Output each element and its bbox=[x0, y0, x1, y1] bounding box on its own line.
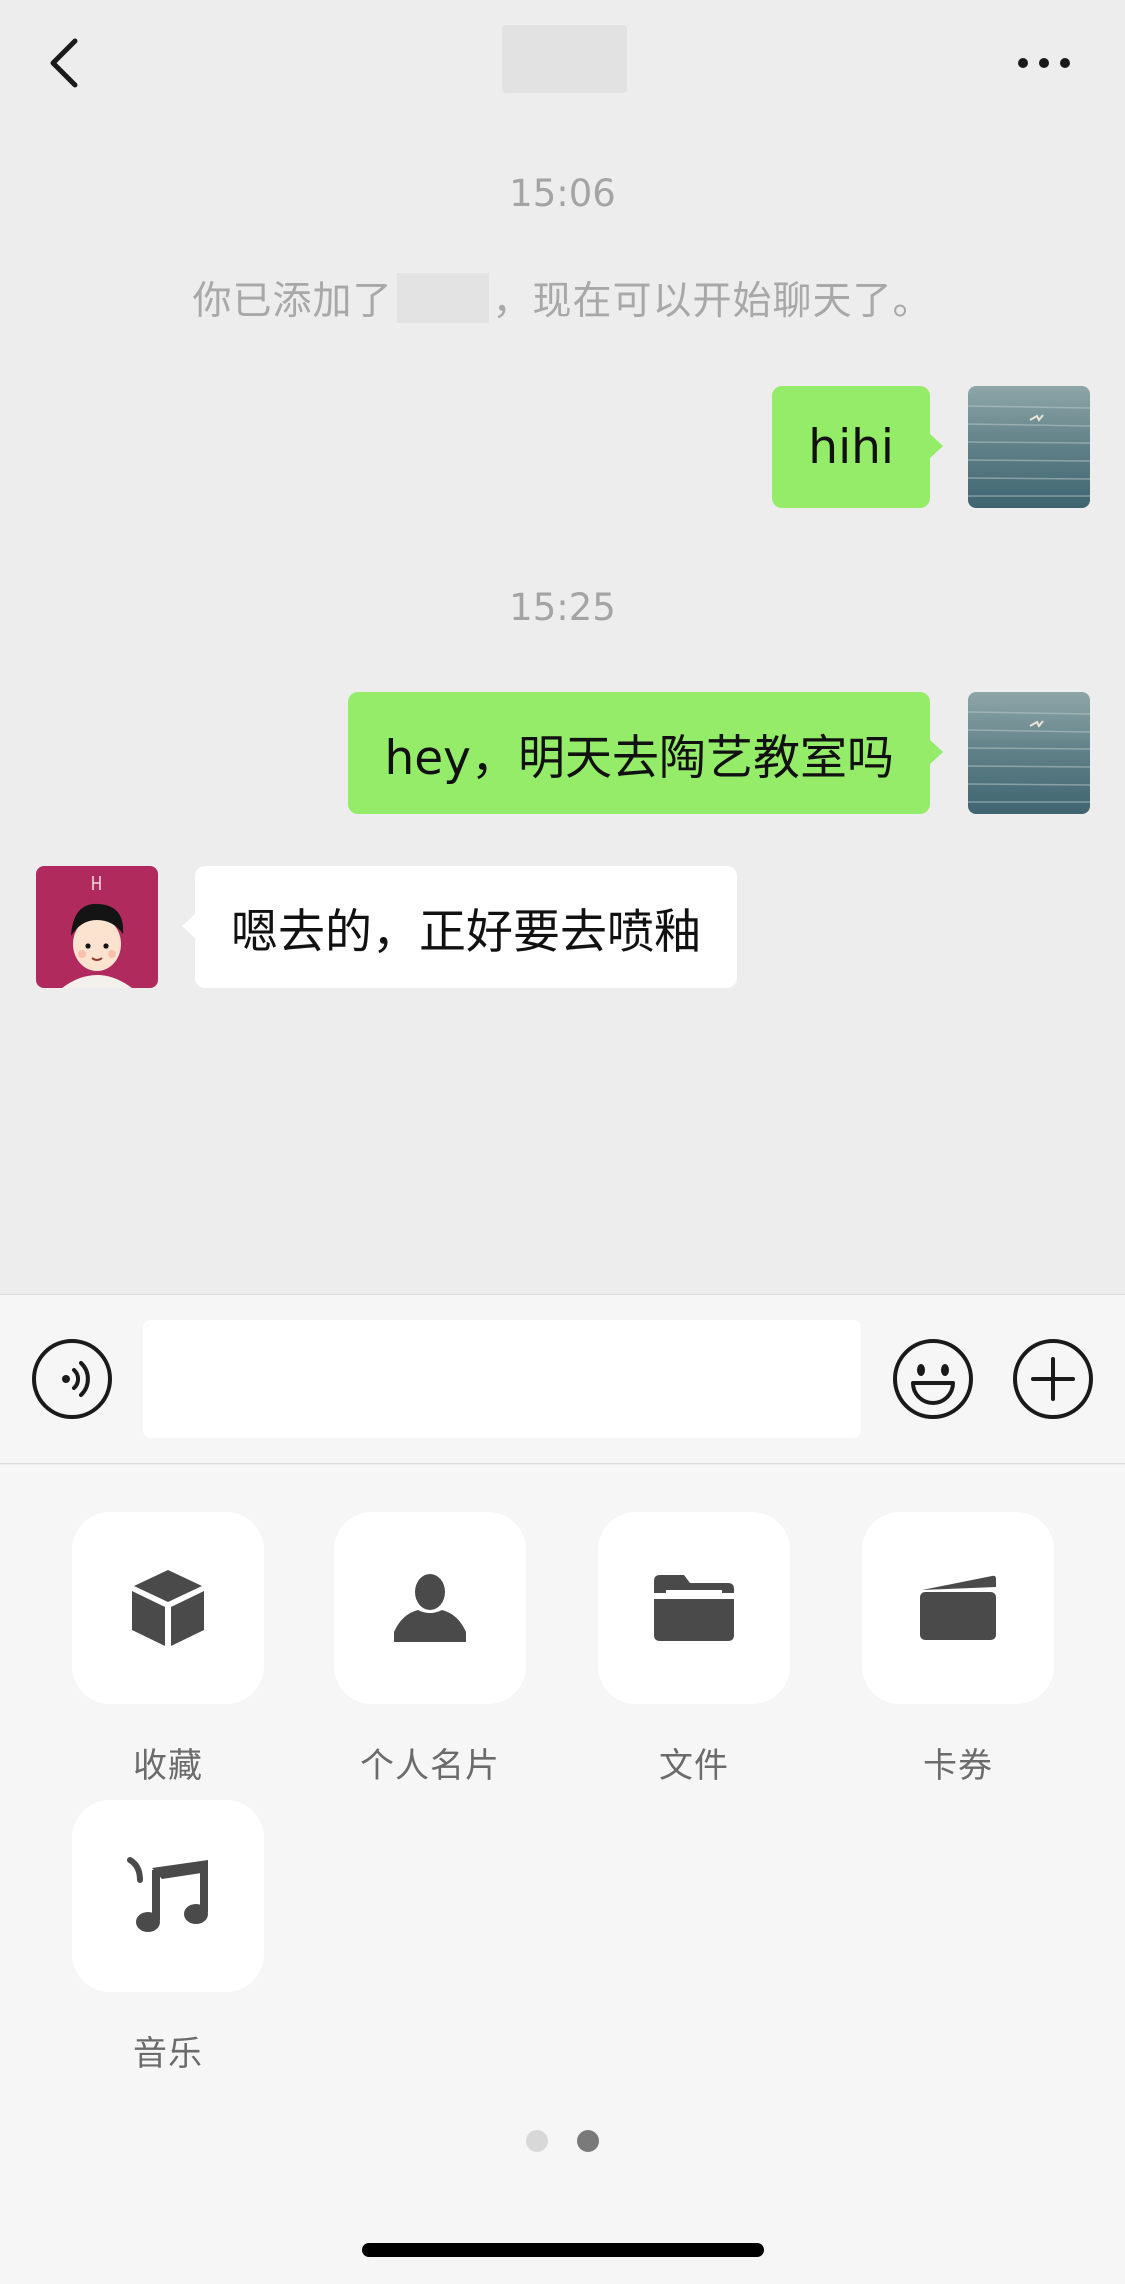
chat-header bbox=[0, 0, 1125, 128]
chat-title-redacted bbox=[502, 25, 627, 93]
plus-icon bbox=[1013, 1339, 1093, 1419]
tool-label: 文件 bbox=[659, 1746, 729, 1786]
message-input[interactable] bbox=[143, 1320, 861, 1438]
emoji-button[interactable] bbox=[891, 1337, 975, 1421]
tool-tile[interactable] bbox=[862, 1512, 1054, 1704]
timestamp: 15:25 bbox=[509, 586, 616, 629]
more-button[interactable] bbox=[1004, 28, 1084, 98]
tool-label: 音乐 bbox=[133, 2034, 203, 2074]
home-indicator[interactable] bbox=[362, 2243, 764, 2257]
my-message-bubble[interactable]: hihi bbox=[772, 386, 943, 508]
music-note-icon bbox=[127, 1857, 208, 1932]
back-button[interactable] bbox=[30, 28, 100, 98]
ellipsis-dot bbox=[1039, 58, 1049, 68]
tool-contact-card[interactable]: 个人名片 bbox=[334, 1512, 526, 1787]
redacted-name bbox=[396, 273, 489, 323]
emoji-icon bbox=[893, 1339, 973, 1419]
page-indicator bbox=[0, 2130, 1125, 2152]
folder-icon bbox=[654, 1575, 734, 1641]
ellipsis-dot bbox=[1060, 58, 1070, 68]
page-dot-2-active[interactable] bbox=[577, 2130, 599, 2152]
tool-tile[interactable] bbox=[72, 1512, 264, 1704]
my-message-bubble[interactable]: hey，明天去陶艺教室吗 bbox=[348, 692, 943, 814]
my-avatar[interactable] bbox=[968, 692, 1090, 814]
system-text-after: ，现在可以开始聊天了。 bbox=[492, 279, 933, 324]
tool-music[interactable]: 音乐 bbox=[72, 1800, 264, 2075]
friend-avatar[interactable] bbox=[36, 866, 158, 988]
tool-label: 收藏 bbox=[133, 1746, 203, 1786]
timestamp: 15:06 bbox=[509, 172, 616, 215]
friend-message-bubble[interactable]: 嗯去的，正好要去喷釉 bbox=[182, 866, 737, 988]
tool-label: 卡券 bbox=[923, 1746, 993, 1786]
system-message: 你已添加了 ，现在可以开始聊天了。 bbox=[0, 270, 1125, 326]
voice-icon bbox=[32, 1339, 112, 1419]
page-dot-1[interactable] bbox=[526, 2130, 548, 2152]
my-avatar[interactable] bbox=[968, 386, 1090, 508]
voice-button[interactable] bbox=[30, 1337, 114, 1421]
wallet-icon bbox=[920, 1575, 996, 1640]
input-bar bbox=[0, 1294, 1125, 1464]
sea-avatar-image bbox=[968, 386, 1090, 508]
sea-avatar-image bbox=[968, 692, 1090, 814]
chevron-left-icon bbox=[50, 38, 78, 88]
tool-tile[interactable] bbox=[72, 1800, 264, 1992]
person-icon bbox=[394, 1574, 466, 1642]
tool-label: 个人名片 bbox=[360, 1746, 500, 1786]
plus-button[interactable] bbox=[1011, 1337, 1095, 1421]
tool-file[interactable]: 文件 bbox=[598, 1512, 790, 1787]
tool-tile[interactable] bbox=[334, 1512, 526, 1704]
tool-tile[interactable] bbox=[598, 1512, 790, 1704]
tool-coupons[interactable]: 卡券 bbox=[862, 1512, 1054, 1787]
more-tools-panel: 收藏 个人名片 文件 卡券 音乐 bbox=[0, 1465, 1125, 2284]
tool-favorites[interactable]: 收藏 bbox=[72, 1512, 264, 1787]
cartoon-boy-avatar-image bbox=[36, 866, 158, 988]
system-text-before: 你已添加了 bbox=[192, 279, 393, 324]
cube-icon bbox=[132, 1570, 204, 1646]
ellipsis-icon bbox=[1018, 58, 1028, 68]
